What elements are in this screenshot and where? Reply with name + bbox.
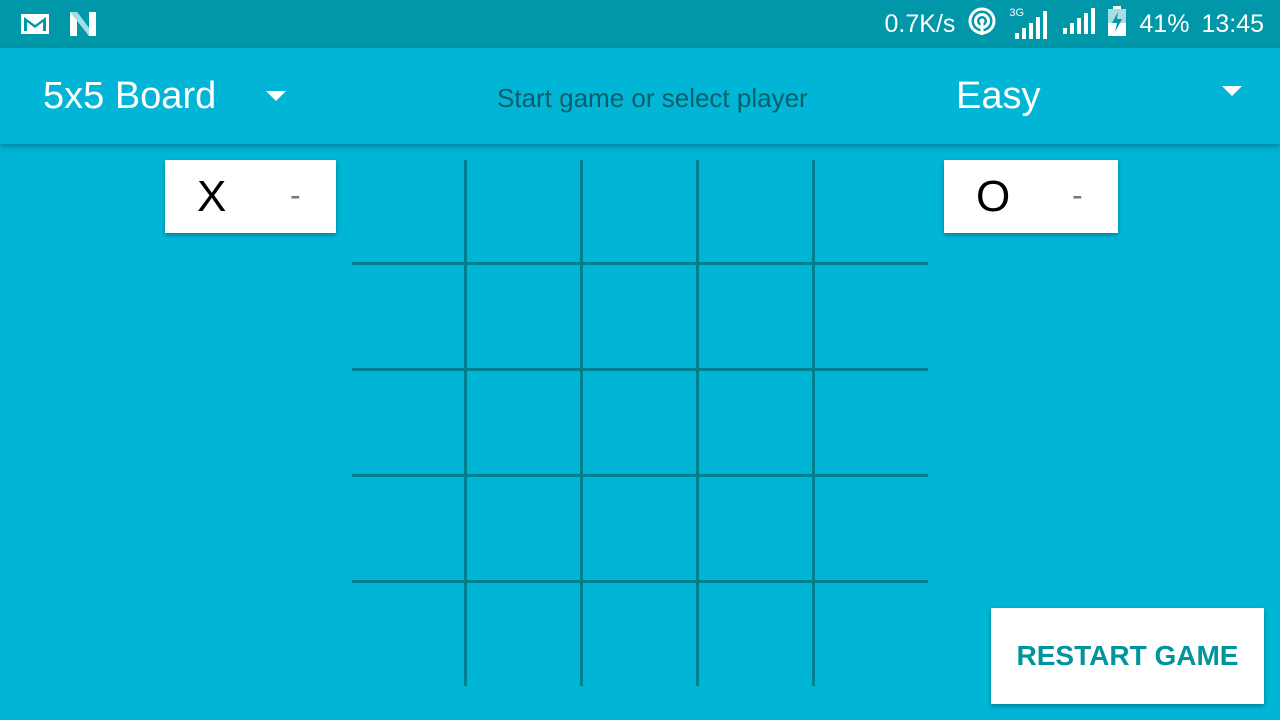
board-cell[interactable] <box>467 581 582 686</box>
restart-game-button[interactable]: RESTART GAME <box>991 608 1264 704</box>
board-cell[interactable] <box>698 581 813 686</box>
board-cell[interactable] <box>467 370 582 475</box>
signal-icon: 3G <box>1009 7 1049 41</box>
dropdown-arrow-icon <box>1222 86 1242 96</box>
dropdown-arrow-icon <box>266 91 287 101</box>
board-cell[interactable] <box>813 265 928 370</box>
board-cell[interactable] <box>813 160 928 265</box>
player-o-score: - <box>1072 177 1083 213</box>
game-board <box>352 160 928 686</box>
board-cell[interactable] <box>582 160 697 265</box>
board-cell[interactable] <box>582 265 697 370</box>
board-cell[interactable] <box>467 476 582 581</box>
board-cell[interactable] <box>582 370 697 475</box>
difficulty-dropdown[interactable]: Easy <box>956 48 1246 144</box>
battery-percent: 41% <box>1139 9 1190 38</box>
network-speed: 0.7K/s <box>884 9 956 38</box>
board-cell[interactable] <box>698 160 813 265</box>
game-status-message: Start game or select player <box>497 82 808 113</box>
board-size-dropdown[interactable]: 5x5 Board <box>43 48 287 144</box>
board-cell[interactable] <box>582 581 697 686</box>
board-cell[interactable] <box>813 370 928 475</box>
board-cell[interactable] <box>813 476 928 581</box>
board-cell[interactable] <box>467 160 582 265</box>
board-cell[interactable] <box>698 265 813 370</box>
player-x-score: - <box>290 177 301 213</box>
clock: 13:45 <box>1201 9 1264 38</box>
board-cell[interactable] <box>352 265 467 370</box>
board-cell[interactable] <box>698 476 813 581</box>
board-size-label: 5x5 Board <box>43 74 217 117</box>
signal-icon-2 <box>1061 6 1096 42</box>
battery-icon <box>1107 6 1127 42</box>
notification-icons <box>20 10 98 42</box>
board-cell[interactable] <box>813 581 928 686</box>
board-cell[interactable] <box>352 370 467 475</box>
board-cell[interactable] <box>467 265 582 370</box>
board-cell[interactable] <box>352 160 467 265</box>
app-bar: 5x5 Board Start game or select player Ea… <box>0 48 1280 144</box>
board-cell[interactable] <box>352 476 467 581</box>
player-o-symbol: O <box>976 172 1011 221</box>
n-app-icon <box>68 10 98 42</box>
hotspot-icon <box>967 6 997 42</box>
status-bar: 0.7K/s 3G 41% 13:45 <box>0 0 1280 48</box>
system-status: 0.7K/s 3G 41% 13:45 <box>885 0 1264 48</box>
board-cell[interactable] <box>352 581 467 686</box>
player-x-symbol: X <box>197 172 227 221</box>
player-x-score-card[interactable]: X - <box>165 160 336 233</box>
board-cell[interactable] <box>698 370 813 475</box>
difficulty-label: Easy <box>956 74 1041 117</box>
gmail-icon <box>20 12 50 40</box>
player-o-score-card[interactable]: O - <box>944 160 1118 233</box>
board-cell[interactable] <box>582 476 697 581</box>
